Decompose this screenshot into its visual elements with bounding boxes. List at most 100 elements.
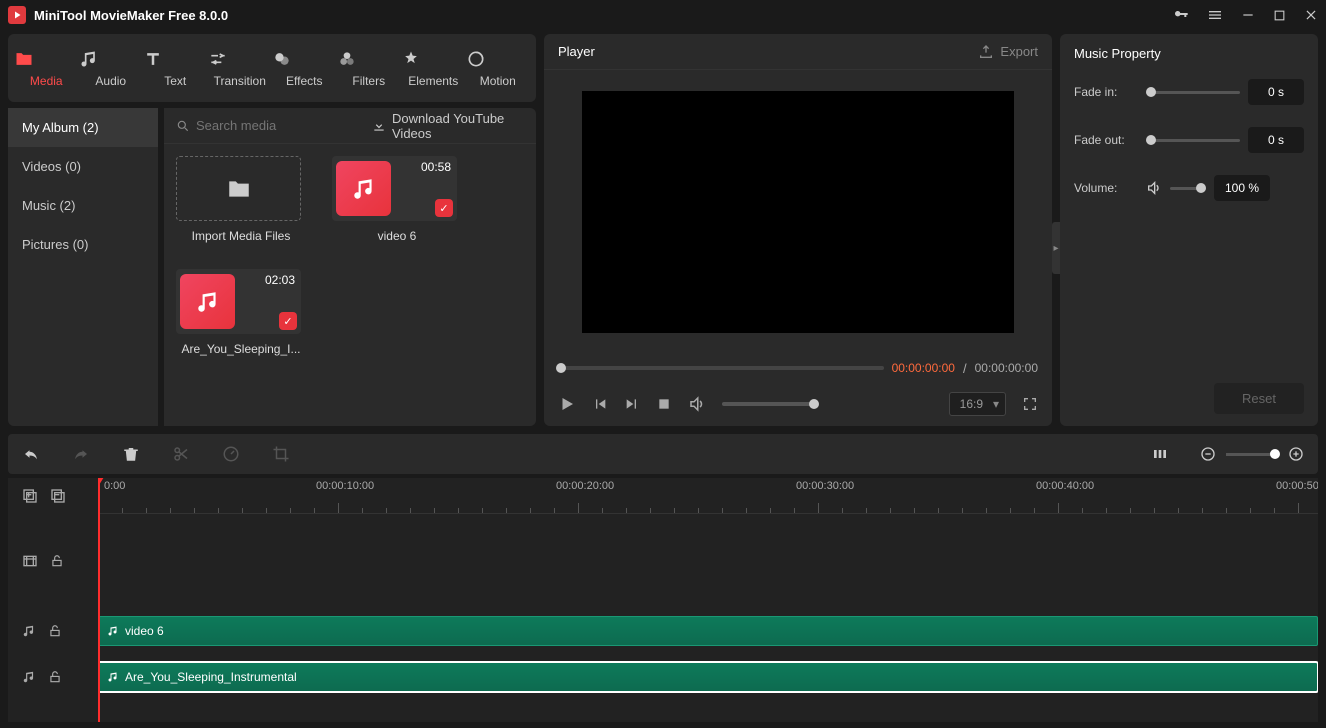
tab-text[interactable]: Text (143, 49, 208, 88)
motion-icon (466, 49, 531, 69)
play-button[interactable] (558, 395, 576, 413)
progress-slider[interactable] (558, 366, 884, 370)
tab-elements[interactable]: Elements (401, 49, 466, 88)
album-list: My Album (2) Videos (0) Music (2) Pictur… (8, 108, 158, 426)
search-input[interactable] (196, 118, 372, 133)
tab-effects[interactable]: Effects (272, 49, 337, 88)
media-area: Download YouTube Videos Import Media Fil… (164, 108, 536, 426)
volume-label: Volume: (1074, 181, 1138, 195)
video-track[interactable] (98, 562, 1318, 610)
folder-icon (14, 49, 79, 69)
music-track-icon (22, 670, 36, 684)
redo-button[interactable] (72, 445, 90, 463)
aspect-ratio-dropdown[interactable]: 16:9 (949, 392, 1006, 416)
zoom-slider[interactable] (1226, 453, 1278, 456)
lock-icon[interactable] (50, 554, 64, 568)
fade-out-slider[interactable] (1146, 139, 1240, 142)
album-pictures[interactable]: Pictures (0) (8, 225, 158, 264)
media-item-are-you-sleeping[interactable]: 02:03 ✓ Are_You_Sleeping_I... (176, 269, 306, 356)
clip-are-you-sleeping[interactable]: Are_You_Sleeping_Instrumental (98, 662, 1318, 692)
check-icon: ✓ (435, 199, 453, 217)
time-total: 00:00:00:00 (975, 361, 1038, 375)
stop-button[interactable] (656, 396, 672, 412)
music-icon (107, 671, 119, 683)
album-music[interactable]: Music (2) (8, 186, 158, 225)
text-icon (143, 49, 208, 69)
download-youtube-link[interactable]: Download YouTube Videos (372, 111, 524, 141)
music-icon (79, 49, 144, 69)
timeline: 0:00 00:00:10:00 00:00:20:00 00:00:30:00… (8, 478, 1318, 722)
download-icon (372, 119, 386, 133)
zoom-in-button[interactable] (1288, 446, 1304, 462)
export-icon (978, 44, 994, 60)
album-videos[interactable]: Videos (0) (8, 147, 158, 186)
fade-out-label: Fade out: (1074, 133, 1138, 147)
menu-icon[interactable] (1207, 7, 1223, 23)
prev-frame-button[interactable] (592, 396, 608, 412)
collapse-panel-button[interactable]: ▸ (1052, 222, 1060, 274)
key-icon[interactable] (1173, 7, 1189, 23)
app-logo (8, 6, 26, 24)
media-item-video6[interactable]: 00:58 ✓ video 6 (332, 156, 462, 243)
main-toolbar: Media Audio Text Transition Effects Filt… (8, 34, 536, 102)
fade-in-value[interactable]: 0 s (1248, 79, 1304, 105)
zoom-out-button[interactable] (1200, 446, 1216, 462)
filters-icon (337, 49, 402, 69)
playhead[interactable] (98, 478, 100, 722)
export-button[interactable]: Export (978, 44, 1038, 60)
volume-slider[interactable] (1170, 187, 1206, 190)
player-volume-slider[interactable] (722, 402, 817, 406)
app-title: MiniTool MovieMaker Free 8.0.0 (34, 8, 1173, 23)
timeline-tracks[interactable]: 0:00 00:00:10:00 00:00:20:00 00:00:30:00… (98, 478, 1318, 722)
titlebar: MiniTool MovieMaker Free 8.0.0 (0, 0, 1326, 30)
fullscreen-button[interactable] (1022, 396, 1038, 412)
add-track-icon[interactable] (22, 488, 38, 504)
tab-transition[interactable]: Transition (208, 49, 273, 88)
player-panel: Player Export 00:00:00:00 / 00:00:00:00 … (544, 34, 1052, 426)
check-icon: ✓ (279, 312, 297, 330)
import-media-cell[interactable]: Import Media Files (176, 156, 306, 243)
maximize-icon[interactable] (1273, 9, 1286, 22)
elements-icon (401, 49, 466, 69)
album-my-album[interactable]: My Album (2) (8, 108, 158, 147)
speaker-icon[interactable] (1146, 180, 1162, 196)
audio-track-1[interactable]: video 6 (98, 610, 1318, 656)
effects-icon (272, 49, 337, 69)
delete-button[interactable] (122, 445, 140, 463)
tab-audio[interactable]: Audio (79, 49, 144, 88)
fade-in-slider[interactable] (1146, 91, 1240, 94)
split-button[interactable] (172, 445, 190, 463)
minimize-icon[interactable] (1241, 8, 1255, 22)
audio-track-2[interactable]: Are_You_Sleeping_Instrumental (98, 656, 1318, 702)
close-icon[interactable] (1304, 8, 1318, 22)
remove-track-icon[interactable] (50, 488, 66, 504)
video-track-spacer (98, 514, 1318, 562)
folder-icon (226, 176, 252, 202)
tab-media[interactable]: Media (14, 49, 79, 88)
player-title: Player (558, 44, 978, 59)
crop-button[interactable] (272, 445, 290, 463)
volume-value[interactable]: 100 % (1214, 175, 1270, 201)
undo-button[interactable] (22, 445, 40, 463)
transition-icon (208, 49, 273, 69)
property-panel: ▸ Music Property Fade in: 0 s Fade out: … (1060, 34, 1318, 426)
property-title: Music Property (1074, 46, 1304, 61)
tab-motion[interactable]: Motion (466, 49, 531, 88)
fade-in-label: Fade in: (1074, 85, 1138, 99)
video-track-icon (22, 553, 38, 569)
lock-icon[interactable] (48, 624, 62, 638)
music-track-icon (22, 624, 36, 638)
lock-icon[interactable] (48, 670, 62, 684)
tab-filters[interactable]: Filters (337, 49, 402, 88)
fade-out-value[interactable]: 0 s (1248, 127, 1304, 153)
fit-button[interactable] (1152, 446, 1168, 462)
video-preview (582, 91, 1014, 333)
next-frame-button[interactable] (624, 396, 640, 412)
volume-icon[interactable] (688, 395, 706, 413)
timeline-ruler[interactable]: 0:00 00:00:10:00 00:00:20:00 00:00:30:00… (98, 478, 1318, 514)
reset-button[interactable]: Reset (1214, 383, 1304, 414)
speed-button[interactable] (222, 445, 240, 463)
search-icon (176, 119, 190, 133)
clip-video6[interactable]: video 6 (98, 616, 1318, 646)
time-current: 00:00:00:00 (892, 361, 955, 375)
